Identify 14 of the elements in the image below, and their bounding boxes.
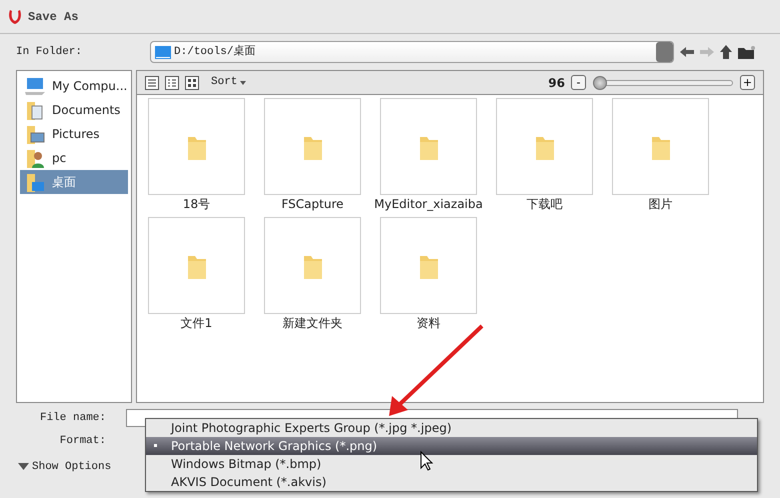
file-name-label: File name: — [38, 410, 107, 426]
file-name: 文件1 — [180, 315, 212, 332]
zoom-value: 96 — [548, 74, 565, 92]
file-name: MyEditor_xiazaiba — [374, 196, 483, 213]
file-name: 资料 — [416, 315, 440, 332]
file-name: 18号 — [182, 196, 210, 213]
in-folder-label: In Folder: — [16, 44, 82, 60]
file-name: 新建文件夹 — [282, 315, 342, 332]
file-name: 图片 — [648, 196, 672, 213]
format-label: Format: — [58, 434, 107, 449]
file-name: 下载吧 — [526, 196, 562, 213]
window-title: Save As — [28, 8, 78, 26]
file-name: FSCapture — [281, 196, 344, 213]
path-text: D:/tools/桌面 — [174, 44, 256, 60]
